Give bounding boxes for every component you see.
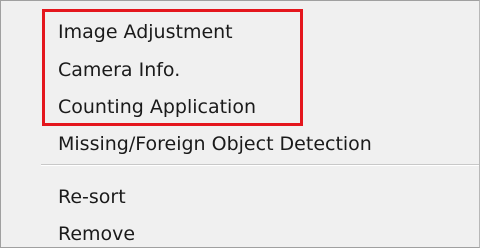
menu-item-remove[interactable]: Remove [58, 223, 135, 245]
menu-separator [41, 164, 479, 166]
menu-item-image-adjustment[interactable]: Image Adjustment [58, 21, 233, 43]
menu-item-camera-info[interactable]: Camera Info. [58, 59, 180, 81]
menu-item-counting-application[interactable]: Counting Application [58, 96, 256, 118]
menu-item-re-sort[interactable]: Re-sort [58, 186, 126, 208]
context-menu: Image Adjustment Camera Info. Counting A… [0, 0, 480, 248]
menu-item-missing-foreign-object-detection[interactable]: Missing/Foreign Object Detection [58, 133, 372, 155]
